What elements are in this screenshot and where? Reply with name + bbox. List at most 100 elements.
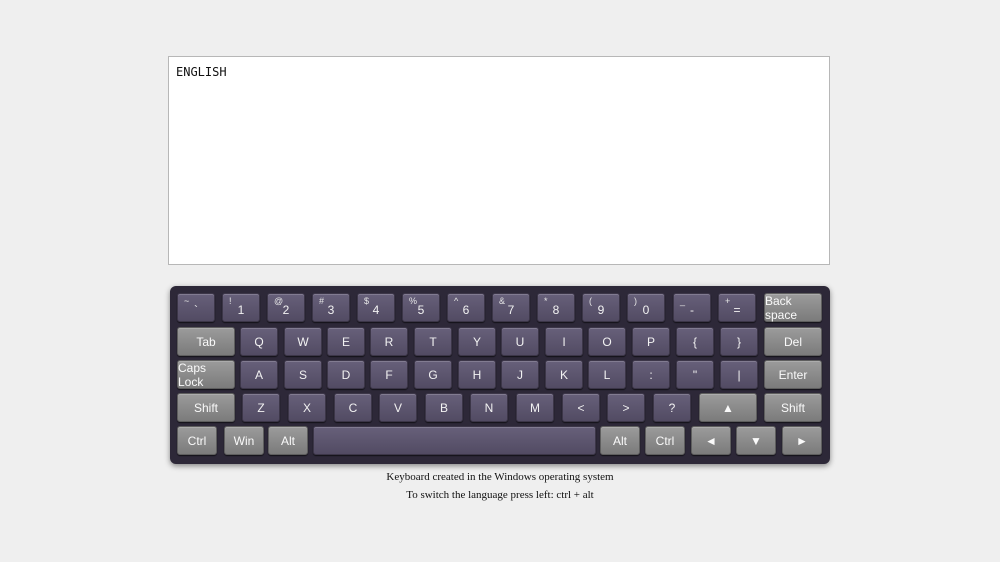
- key-left-brace[interactable]: {: [676, 327, 714, 356]
- text-output-area[interactable]: ENGLISH: [168, 56, 830, 265]
- key-1-shift-label: !: [229, 296, 232, 306]
- key-p[interactable]: P: [632, 327, 670, 356]
- key-i[interactable]: I: [545, 327, 583, 356]
- key-caps-lock-label: Caps Lock: [178, 360, 207, 389]
- key-pipe-label: |: [737, 367, 741, 382]
- key-tab[interactable]: Tab: [177, 327, 235, 356]
- key-x[interactable]: X: [288, 393, 326, 422]
- key-question[interactable]: ?: [653, 393, 691, 422]
- key-minus-shift-label: _: [680, 296, 686, 306]
- key-2-label: 2: [282, 302, 290, 317]
- key-k[interactable]: K: [545, 360, 583, 389]
- key-quote-label: ": [692, 367, 698, 382]
- key-del-label: Del: [783, 334, 802, 349]
- key-backtick-label: `: [194, 302, 198, 317]
- key-e-label: E: [341, 334, 350, 349]
- key-x-label: X: [302, 400, 311, 415]
- key-d[interactable]: D: [327, 360, 365, 389]
- key-7[interactable]: & 7: [492, 293, 530, 322]
- key-w[interactable]: W: [284, 327, 322, 356]
- key-4[interactable]: $4: [357, 293, 395, 322]
- key-del[interactable]: Del: [764, 327, 822, 356]
- key-arrow-right-label: ►: [796, 433, 808, 448]
- key-i-label: I: [562, 334, 566, 349]
- key-u[interactable]: U: [501, 327, 539, 356]
- key-v[interactable]: V: [379, 393, 417, 422]
- key-q[interactable]: Q: [240, 327, 278, 356]
- key-7-label: 7: [507, 302, 515, 317]
- key-8[interactable]: * 8: [537, 293, 575, 322]
- key-c[interactable]: C: [334, 393, 372, 422]
- key-5[interactable]: % 5: [402, 293, 440, 322]
- key-r[interactable]: R: [370, 327, 408, 356]
- key-right-brace[interactable]: }: [720, 327, 758, 356]
- key-h[interactable]: H: [458, 360, 496, 389]
- key-less-than-label: <: [577, 400, 585, 415]
- key-equals[interactable]: + =: [718, 293, 756, 322]
- key-9-shift-label: (: [589, 296, 592, 306]
- key-arrow-down[interactable]: ▼: [736, 426, 776, 455]
- key-t[interactable]: T: [414, 327, 452, 356]
- key-arrow-up-label: ▲: [722, 400, 734, 415]
- key-5-label: 5: [417, 302, 425, 317]
- key-less-than[interactable]: <: [562, 393, 600, 422]
- key-q-label: Q: [254, 334, 264, 349]
- key-a[interactable]: A: [240, 360, 278, 389]
- key-v-label: V: [393, 400, 402, 415]
- key-c-label: C: [348, 400, 358, 415]
- key-arrow-left[interactable]: ◄: [691, 426, 731, 455]
- key-b-label: B: [439, 400, 448, 415]
- key-space[interactable]: [313, 426, 596, 455]
- key-7-shift-label: &: [499, 296, 506, 306]
- key-y[interactable]: Y: [458, 327, 496, 356]
- key-shift-left-label: Shift: [193, 400, 218, 415]
- key-e[interactable]: E: [327, 327, 365, 356]
- key-t-label: T: [429, 334, 437, 349]
- key-enter[interactable]: Enter: [764, 360, 822, 389]
- key-tab-label: Tab: [196, 334, 216, 349]
- key-colon[interactable]: :: [632, 360, 670, 389]
- key-greater-than[interactable]: >: [607, 393, 645, 422]
- key-5-shift-label: %: [409, 296, 418, 306]
- key-z[interactable]: Z: [242, 393, 280, 422]
- key-minus[interactable]: _ -: [673, 293, 711, 322]
- key-quote[interactable]: ": [676, 360, 714, 389]
- key-caps-lock[interactable]: Caps Lock: [177, 360, 235, 389]
- key-j[interactable]: J: [501, 360, 539, 389]
- key-minus-label: -: [690, 302, 694, 317]
- key-g[interactable]: G: [414, 360, 452, 389]
- key-m[interactable]: M: [516, 393, 554, 422]
- key-n[interactable]: N: [470, 393, 508, 422]
- key-0-shift-label: ): [634, 296, 637, 306]
- key-s[interactable]: S: [284, 360, 322, 389]
- key-9[interactable]: (9: [582, 293, 620, 322]
- key-alt-right[interactable]: Alt: [600, 426, 640, 455]
- key-2[interactable]: @2: [267, 293, 305, 322]
- key-shift-left[interactable]: Shift: [177, 393, 235, 422]
- key-o-label: O: [602, 334, 612, 349]
- key-shift-right[interactable]: Shift: [764, 393, 822, 422]
- key-backtick[interactable]: ~ `: [177, 293, 215, 322]
- key-f[interactable]: F: [370, 360, 408, 389]
- key-o[interactable]: O: [588, 327, 626, 356]
- key-3[interactable]: #3: [312, 293, 350, 322]
- key-ctrl-right[interactable]: Ctrl: [645, 426, 685, 455]
- key-6[interactable]: ^ 6: [447, 293, 485, 322]
- key-l-label: L: [603, 367, 611, 382]
- key-backspace[interactable]: Back space: [764, 293, 822, 322]
- key-alt-left[interactable]: Alt: [268, 426, 308, 455]
- key-1[interactable]: ! 1: [222, 293, 260, 322]
- key-0[interactable]: ) 0: [627, 293, 665, 322]
- key-9-label: 9: [597, 302, 605, 317]
- key-colon-label: :: [649, 367, 653, 382]
- key-ctrl-left[interactable]: Ctrl: [177, 426, 217, 455]
- key-arrow-up[interactable]: ▲: [699, 393, 757, 422]
- key-arrow-left-label: ◄: [705, 433, 717, 448]
- key-y-label: Y: [472, 334, 481, 349]
- key-h-label: H: [472, 367, 482, 382]
- key-b[interactable]: B: [425, 393, 463, 422]
- key-win[interactable]: Win: [224, 426, 264, 455]
- key-l[interactable]: L: [588, 360, 626, 389]
- key-pipe[interactable]: |: [720, 360, 758, 389]
- key-arrow-right[interactable]: ►: [782, 426, 822, 455]
